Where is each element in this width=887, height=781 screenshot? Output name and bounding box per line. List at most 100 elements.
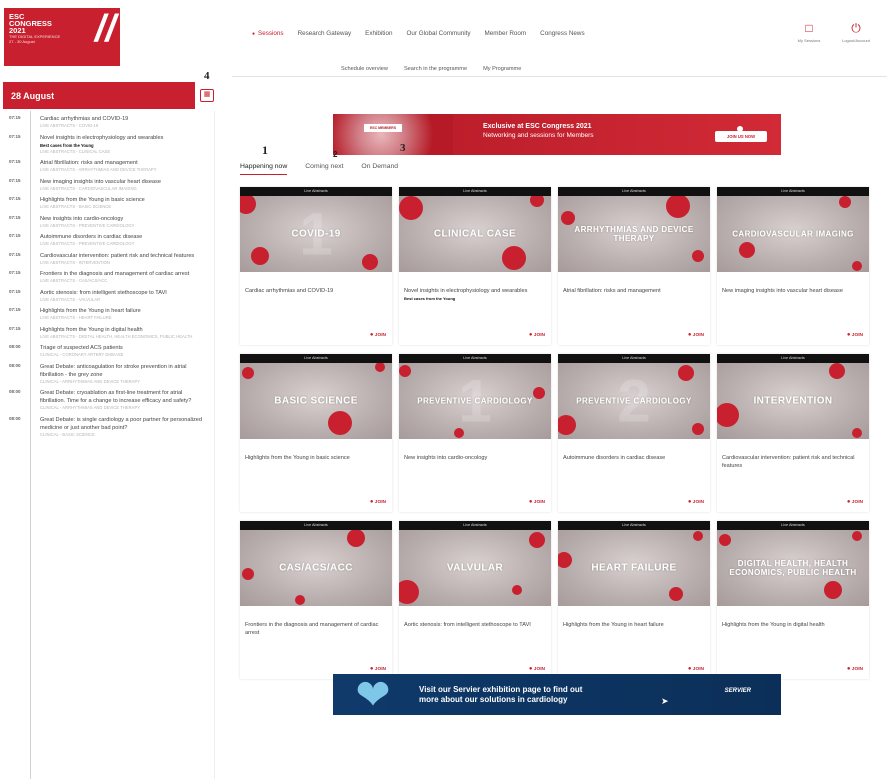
join-button[interactable]: ● JOIN	[847, 499, 863, 505]
people-icon: ●	[369, 499, 374, 505]
sidebar-date-header[interactable]: 28 August	[3, 82, 195, 109]
sidebar-session-item[interactable]: 07:15 Highlights from the Young in heart …	[3, 303, 214, 322]
my-sessions-button[interactable]: □ My Sessions	[788, 22, 830, 44]
join-us-now-button[interactable]: JOIN US NOW	[715, 131, 767, 142]
session-card[interactable]: Live Abstracts CLINICAL CASE Novel insight…	[399, 187, 551, 345]
card-title[interactable]: Highlights from the Young in digital hea…	[717, 606, 869, 630]
esc-congress-logo[interactable]: ESC CONGRESS 2021 THE DIGITAL EXPERIENCE…	[4, 8, 120, 66]
sidebar-session-item[interactable]: 08:00 Great Debate: is single cardiology …	[3, 412, 214, 439]
card-title[interactable]: Cardiac arrhythmias and COVID-19	[240, 272, 392, 296]
card-thumbnail[interactable]: HEART FAILURE	[558, 530, 710, 606]
sidebar-session-item[interactable]: 07:15 New imaging insights into vascular …	[3, 174, 214, 193]
sidebar-session-item[interactable]: 07:15 Highlights from the Young in basic …	[3, 192, 214, 211]
header-divider	[232, 76, 887, 77]
card-title[interactable]: Atrial fibrillation: risks and managemen…	[558, 272, 710, 296]
card-thumbnail[interactable]: INTERVENTION	[717, 363, 869, 439]
banner-text: Exclusive at ESC Congress 2021 Networkin…	[483, 122, 594, 140]
sidebar-session-item[interactable]: 07:15 Cardiovascular intervention: patien…	[3, 248, 214, 267]
session-title: Autoimmune disorders in cardiac disease	[40, 234, 143, 240]
session-title: Atrial fibrillation: risks and managemen…	[40, 160, 138, 166]
nav-exhibition[interactable]: Exhibition	[365, 30, 392, 40]
card-thumbnail[interactable]: DIGITAL HEALTH, HEALTH ECONOMICS, PUBLIC…	[717, 530, 869, 606]
join-button[interactable]: ● JOIN	[529, 666, 545, 672]
join-button[interactable]: ● JOIN	[847, 332, 863, 338]
subnav-schedule-overview[interactable]: Schedule overview	[341, 66, 388, 72]
card-ribbon: Live Abstracts	[558, 187, 710, 196]
join-button[interactable]: ● JOIN	[847, 666, 863, 672]
servier-banner[interactable]: ❤ Visit our Servier exhibition page to f…	[333, 674, 781, 715]
session-card[interactable]: Live Abstracts ARRHYTHMIAS AND DEVICE THE…	[558, 187, 710, 345]
subnav-my-programme[interactable]: My Programme	[483, 66, 521, 72]
nav-global-community[interactable]: Our Global Community	[406, 30, 470, 40]
session-card[interactable]: Live Abstracts BASIC SCIENCE Highlights fr…	[240, 354, 392, 512]
card-thumbnail[interactable]: VALVULAR	[399, 530, 551, 606]
nav-member-room[interactable]: Member Room	[485, 30, 527, 40]
sidebar-session-item[interactable]: 07:15 Atrial fibrillation: risks and mana…	[3, 155, 214, 174]
join-button[interactable]: ● JOIN	[370, 666, 386, 672]
card-title[interactable]: Highlights from the Young in basic scien…	[240, 439, 392, 463]
card-title[interactable]: Novel insights in electrophysiology and …	[399, 272, 551, 296]
session-card[interactable]: Live Abstracts HEART FAILURE Highlights fr…	[558, 521, 710, 679]
banner-line-1: Exclusive at ESC Congress 2021	[483, 123, 592, 130]
join-button[interactable]: ● JOIN	[688, 332, 704, 338]
card-thumbnail[interactable]: 2 PREVENTIVE CARDIOLOGY	[558, 363, 710, 439]
card-title[interactable]: Highlights from the Young in heart failu…	[558, 606, 710, 630]
join-button[interactable]: ● JOIN	[529, 332, 545, 338]
card-thumbnail[interactable]: 1 PREVENTIVE CARDIOLOGY	[399, 363, 551, 439]
card-thumbnail[interactable]: CLINICAL CASE	[399, 196, 551, 272]
join-button[interactable]: ● JOIN	[688, 499, 704, 505]
sidebar-session-item[interactable]: 07:15 Frontiers in the diagnosis and mana…	[3, 266, 214, 285]
people-icon: ●	[528, 332, 533, 338]
power-icon: ⏻	[851, 21, 861, 35]
session-card[interactable]: Live Abstracts 1 PREVENTIVE CARDIOLOGY New …	[399, 354, 551, 512]
sidebar-session-item[interactable]: 08:00 Great Debate: anticoagulation for s…	[3, 359, 214, 386]
sidebar-session-item[interactable]: 07:15 Highlights from the Young in digita…	[3, 322, 214, 341]
card-title[interactable]: New imaging insights into vascular heart…	[717, 272, 869, 296]
join-button[interactable]: ● JOIN	[529, 499, 545, 505]
sidebar-session-item[interactable]: 07:15 Aortic stenosis: from intelligent s…	[3, 285, 214, 304]
banner-image	[333, 114, 453, 155]
subnav-search-programme[interactable]: Search in the programme	[404, 66, 467, 72]
sidebar-session-item[interactable]: 08:00 Triage of suspected ACS patients CLI…	[3, 340, 214, 359]
account-button[interactable]: ⏻ Logout/Account	[835, 21, 877, 44]
people-icon: ●	[687, 332, 692, 338]
sidebar-session-item[interactable]: 07:15 Novel insights in electrophysiology…	[3, 130, 214, 156]
decorative-dot	[362, 254, 378, 270]
card-title[interactable]: Cardiovascular intervention: patient ris…	[717, 439, 869, 470]
sidebar-session-item[interactable]: 07:15 New insights into cardio-oncology LI…	[3, 211, 214, 230]
tab-on-demand[interactable]: On Demand	[361, 163, 398, 175]
sidebar-session-item[interactable]: 07:15 Cardiac arrhythmias and COVID-19 LIV…	[3, 111, 214, 130]
calendar-icon[interactable]: ▦	[200, 89, 214, 102]
join-label: JOIN	[533, 333, 545, 338]
card-title[interactable]: New insights into cardio-oncology	[399, 439, 551, 463]
session-card[interactable]: Live Abstracts CARDIOVASCULAR IMAGING New …	[717, 187, 869, 345]
nav-sessions[interactable]: Sessions	[252, 30, 284, 40]
session-card[interactable]: Live Abstracts 2 PREVENTIVE CARDIOLOGY Auto…	[558, 354, 710, 512]
tab-happening-now[interactable]: Happening now	[240, 163, 288, 175]
card-thumbnail[interactable]: 1 COVID-19	[240, 196, 392, 272]
session-time: 07:15	[9, 196, 21, 201]
card-thumbnail[interactable]: BASIC SCIENCE	[240, 363, 392, 439]
card-title[interactable]: Frontiers in the diagnosis and managemen…	[240, 606, 392, 637]
card-ribbon: Live Abstracts	[558, 354, 710, 363]
card-thumbnail[interactable]: CARDIOVASCULAR IMAGING	[717, 196, 869, 272]
sidebar-session-item[interactable]: 07:15 Autoimmune disorders in cardiac dis…	[3, 229, 214, 248]
session-card[interactable]: Live Abstracts DIGITAL HEALTH, HEALTH ECO…	[717, 521, 869, 679]
card-title[interactable]: Aortic stenosis: from intelligent stetho…	[399, 606, 551, 630]
join-label: JOIN	[374, 333, 386, 338]
card-title[interactable]: Autoimmune disorders in cardiac disease	[558, 439, 710, 463]
sidebar-session-item[interactable]: 08:00 Great Debate: cryoablation as first…	[3, 385, 214, 412]
decorative-dot	[829, 363, 845, 379]
session-card[interactable]: Live Abstracts 1 COVID-19 Cardiac arrhythmi…	[240, 187, 392, 345]
join-button[interactable]: ● JOIN	[370, 499, 386, 505]
join-button[interactable]: ● JOIN	[370, 332, 386, 338]
join-button[interactable]: ● JOIN	[688, 666, 704, 672]
card-thumbnail[interactable]: ARRHYTHMIAS AND DEVICE THERAPY	[558, 196, 710, 272]
session-card[interactable]: Live Abstracts INTERVENTION Cardiovascular…	[717, 354, 869, 512]
card-thumbnail[interactable]: CAS/ACS/ACC	[240, 530, 392, 606]
nav-research-gateway[interactable]: Research Gateway	[298, 30, 352, 40]
session-card[interactable]: Live Abstracts VALVULAR Aortic stenosis: f…	[399, 521, 551, 679]
tab-coming-next[interactable]: Coming next	[305, 163, 343, 175]
nav-congress-news[interactable]: Congress News	[540, 30, 584, 40]
session-card[interactable]: Live Abstracts CAS/ACS/ACC Frontiers in th…	[240, 521, 392, 679]
